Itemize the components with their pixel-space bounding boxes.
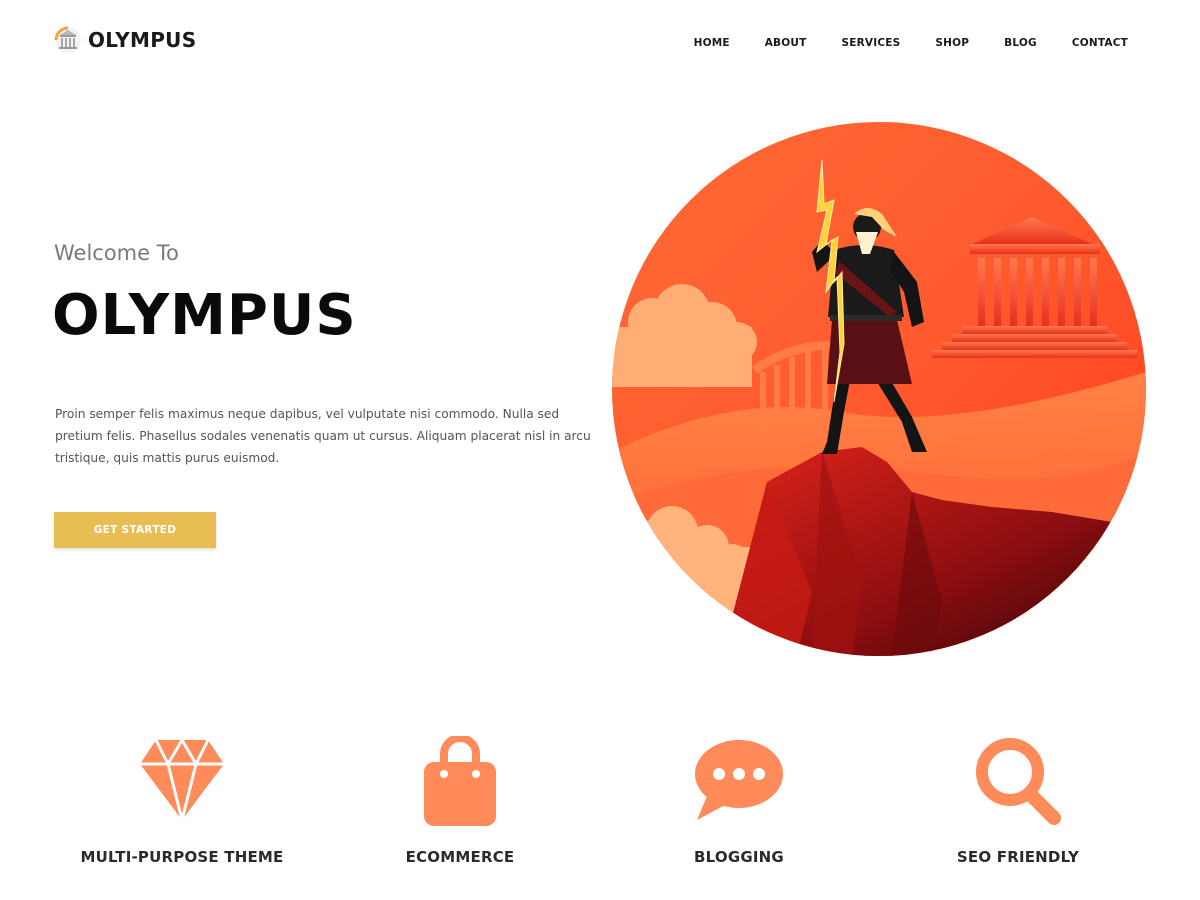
hero-illustration: [612, 122, 1146, 656]
magnifier-icon: [976, 738, 1061, 825]
feature-ecommerce: ECOMMERCE: [320, 736, 600, 866]
nav-home[interactable]: HOME: [694, 37, 730, 49]
site-logo[interactable]: OLYMPUS: [54, 26, 196, 54]
site-title[interactable]: OLYMPUS: [88, 28, 196, 52]
nav-shop[interactable]: SHOP: [935, 37, 969, 49]
hero-description: Proin semper felis maximus neque dapibus…: [55, 407, 591, 465]
shopping-bag-icon: [424, 736, 496, 826]
feature-blogging: BLOGGING: [599, 736, 879, 866]
main-nav: HOME ABOUT SERVICES SHOP BLOG CONTACT: [659, 37, 1128, 49]
nav-blog[interactable]: BLOG: [1004, 37, 1037, 49]
feature-label: SEO FRIENDLY: [956, 848, 1080, 866]
feature-seo: SEO FRIENDLY: [878, 736, 1158, 866]
temple-column-icon: [54, 26, 81, 53]
nav-services[interactable]: SERVICES: [841, 37, 900, 49]
feature-label: ECOMMERCE: [405, 848, 515, 866]
hero-title: OLYMPUS: [52, 283, 357, 348]
hero-welcome: Welcome To: [54, 241, 179, 265]
feature-label: BLOGGING: [694, 848, 784, 866]
diamond-icon: [140, 737, 224, 821]
nav-about[interactable]: ABOUT: [765, 37, 807, 49]
get-started-button[interactable]: GET STARTED: [54, 512, 216, 548]
feature-multi-purpose: MULTI-PURPOSE THEME: [42, 736, 322, 866]
nav-contact[interactable]: CONTACT: [1072, 37, 1128, 49]
feature-label: MULTI-PURPOSE THEME: [80, 848, 284, 866]
chat-bubble-icon: [695, 740, 783, 820]
